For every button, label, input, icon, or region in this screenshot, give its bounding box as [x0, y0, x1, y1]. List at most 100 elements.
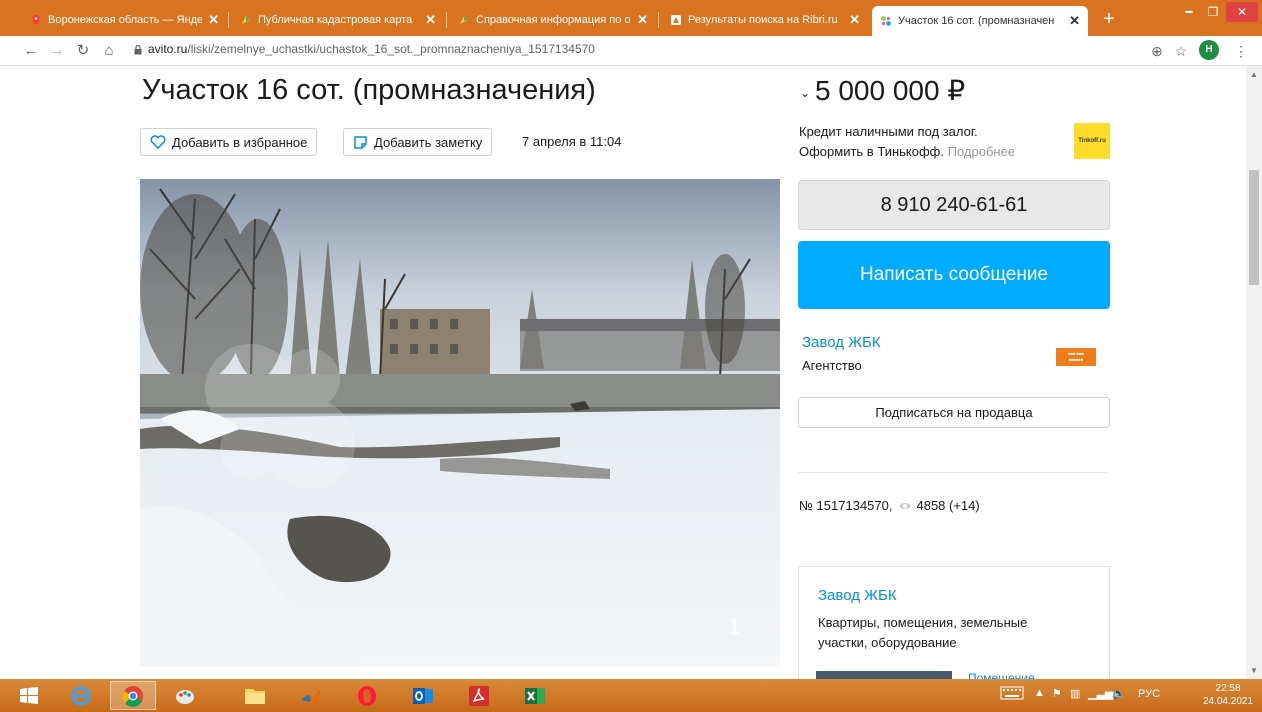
- tab-separator: [228, 12, 229, 28]
- browser-window: Воронежская область — Яндекс ✕ Публичная…: [0, 0, 1262, 712]
- address-bar[interactable]: avito.ru/liski/zemelnye_uchastki/uchasto…: [148, 42, 595, 56]
- lock-icon: [134, 45, 142, 55]
- url-path: /liski/zemelnye_uchastki/uchastok_16_sot…: [187, 42, 595, 56]
- heart-icon: [150, 135, 166, 149]
- show-phone-button[interactable]: 8 910 240-61-61: [798, 180, 1110, 230]
- seller-card: Завод ЖБК Квартиры, помещения, земельные…: [798, 566, 1110, 679]
- window-close-icon[interactable]: ✕: [1226, 2, 1258, 22]
- tab-label: Результаты поиска на Ribri.ru: [688, 14, 838, 26]
- subscribe-seller-button[interactable]: Подписаться на продавца: [798, 397, 1110, 428]
- maximize-icon[interactable]: ❐: [1202, 2, 1224, 22]
- zoom-icon[interactable]: ⊕: [1146, 40, 1168, 62]
- tab-reference-info[interactable]: Справочная информация по о ✕: [450, 6, 656, 34]
- volume-icon[interactable]: 🔈: [1112, 687, 1126, 700]
- scrollbar[interactable]: [1246, 66, 1262, 679]
- minimize-icon[interactable]: ━: [1176, 2, 1202, 22]
- excel-icon[interactable]: [512, 681, 558, 710]
- avito-icon: [881, 16, 891, 26]
- ad-number: № 1517134570,: [799, 498, 893, 513]
- keyboard-icon[interactable]: [1000, 686, 1024, 703]
- close-icon[interactable]: ✕: [1069, 13, 1080, 29]
- url-host: avito.ru: [148, 42, 188, 56]
- close-icon[interactable]: ✕: [425, 12, 436, 28]
- chrome-icon[interactable]: [110, 681, 156, 710]
- flag-icon[interactable]: ⚑: [1052, 687, 1062, 700]
- tab-label: Справочная информация по о: [476, 14, 631, 26]
- listing-photo[interactable]: [140, 179, 780, 667]
- listing-date: 7 апреля в 11:04: [522, 134, 622, 149]
- view-count: 4858 (+14): [916, 498, 980, 513]
- listing-page: Участок 16 сот. (промназначения) Добавит…: [0, 66, 1246, 679]
- tray-expand-icon[interactable]: ▲: [1034, 687, 1045, 699]
- seller-card-item-link[interactable]: Помещение: [968, 671, 1035, 679]
- pkk-icon: [242, 16, 250, 24]
- bookmark-star-icon[interactable]: ☆: [1170, 40, 1192, 62]
- credit-offer: Кредит наличными под залог. Оформить в Т…: [799, 122, 1015, 162]
- new-tab-button[interactable]: +: [1096, 6, 1122, 32]
- close-icon[interactable]: ✕: [849, 12, 860, 28]
- matlab-icon[interactable]: [288, 681, 334, 710]
- acrobat-icon[interactable]: [456, 681, 502, 710]
- add-note-button[interactable]: Добавить заметку: [343, 128, 493, 156]
- windows-start-icon[interactable]: [6, 681, 52, 710]
- seller-type: Агентство: [802, 358, 862, 373]
- tab-label: Публичная кадастровая карта: [258, 14, 413, 26]
- profile-avatar[interactable]: Н: [1199, 40, 1219, 60]
- language-indicator[interactable]: РУС: [1138, 688, 1160, 700]
- credit-more-link[interactable]: Подробнее: [948, 144, 1015, 159]
- clock-date: 24.04.2021: [1203, 696, 1254, 707]
- address-toolbar: ← → ↻ ⌂ avito.ru/liski/zemelnye_uchastki…: [0, 36, 1262, 66]
- tab-yandex-maps[interactable]: Воронежская область — Яндекс ✕: [22, 6, 227, 34]
- seller-logo[interactable]: ■■■ ■■■ ■■■■■■: [1056, 348, 1096, 366]
- close-icon[interactable]: ✕: [637, 12, 648, 28]
- forward-arrow-icon[interactable]: →: [46, 40, 68, 62]
- seller-card-thumbnail[interactable]: [816, 671, 952, 679]
- map-pin-icon: [32, 15, 40, 25]
- snowy-lot-photo: [140, 179, 780, 667]
- opera-icon[interactable]: [344, 681, 390, 710]
- credit-line-2: Оформить в Тинькофф.: [799, 144, 944, 159]
- eye-icon: [899, 502, 912, 509]
- clock[interactable]: 22:58 24.04.2021: [1203, 682, 1253, 708]
- tinkoff-logo[interactable]: Tinkoff.ru: [1074, 123, 1110, 159]
- tab-ribri[interactable]: Результаты поиска на Ribri.ru ✕: [662, 6, 868, 34]
- seller-card-description: Квартиры, помещения, земельные участки, …: [818, 615, 1028, 650]
- add-favorite-label: Добавить в избранное: [172, 134, 308, 150]
- seller-card-title[interactable]: Завод ЖБК: [818, 587, 897, 604]
- write-message-button[interactable]: Написать сообщение: [798, 241, 1110, 309]
- pkk-icon: [460, 16, 468, 24]
- menu-kebab-icon[interactable]: ⋮: [1230, 40, 1252, 62]
- photo-counter: 1: [728, 614, 741, 639]
- file-explorer-icon[interactable]: [232, 681, 278, 710]
- tab-cadastral-map[interactable]: Публичная кадастровая карта ✕: [232, 6, 444, 34]
- scroll-down-icon[interactable]: ▼: [1249, 666, 1259, 676]
- paint-icon[interactable]: [162, 681, 208, 710]
- signal-icon[interactable]: ▁▃▅: [1088, 687, 1113, 700]
- reload-icon[interactable]: ↻: [72, 40, 94, 62]
- tab-strip: Воронежская область — Яндекс ✕ Публичная…: [0, 0, 1262, 36]
- add-favorite-button[interactable]: Добавить в избранное: [140, 128, 318, 156]
- network-icon[interactable]: ▥: [1070, 687, 1080, 700]
- credit-line-1: Кредит наличными под залог.: [799, 124, 978, 139]
- outlook-icon[interactable]: [400, 681, 446, 710]
- chevron-down-icon[interactable]: ⌄: [800, 86, 810, 100]
- internet-explorer-icon[interactable]: [58, 681, 104, 710]
- tab-avito-active[interactable]: Участок 16 сот. (промназначен ✕: [872, 6, 1088, 36]
- clock-time: 22:58: [1215, 683, 1241, 694]
- ribri-icon: [671, 15, 681, 25]
- tab-label: Участок 16 сот. (промназначен: [898, 15, 1055, 27]
- windows-taskbar: ▲ ⚑ ▥ ▁▃▅ 🔈 РУС: [0, 679, 1262, 712]
- scroll-up-icon[interactable]: ▲: [1249, 70, 1259, 80]
- back-arrow-icon[interactable]: ←: [20, 40, 42, 62]
- scroll-thumb[interactable]: [1249, 170, 1259, 285]
- ad-meta: № 1517134570, 4858 (+14): [799, 498, 980, 513]
- close-icon[interactable]: ✕: [208, 12, 219, 28]
- listing-price: 5 000 000 ₽: [815, 75, 966, 106]
- tab-separator: [658, 12, 659, 28]
- tab-separator: [446, 12, 447, 28]
- add-note-label: Добавить заметку: [374, 134, 483, 150]
- home-icon[interactable]: ⌂: [98, 40, 120, 62]
- divider: [798, 472, 1108, 473]
- tab-label: Воронежская область — Яндекс: [48, 14, 203, 26]
- seller-name-link[interactable]: Завод ЖБК: [802, 334, 881, 351]
